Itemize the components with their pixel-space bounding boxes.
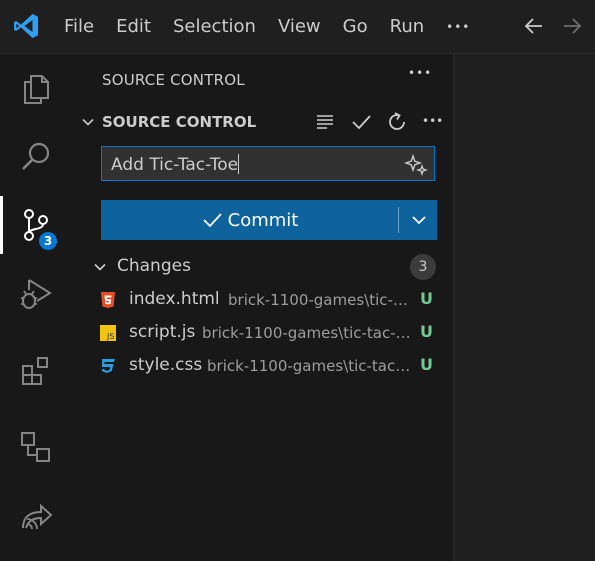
menu-selection[interactable]: Selection	[173, 16, 256, 37]
editor-area	[455, 54, 595, 561]
sparkle-icon[interactable]	[404, 153, 428, 177]
commit-button-main[interactable]: Commit	[101, 200, 398, 240]
activity-extensions[interactable]	[0, 342, 72, 400]
activity-bar: 3	[0, 54, 72, 561]
file-status-untracked: U	[420, 289, 433, 308]
css-file-icon	[101, 359, 115, 373]
commit-button: Commit	[101, 200, 437, 240]
menu-bar: File Edit Selection View Go Run •••	[64, 0, 492, 53]
activity-source-control[interactable]: 3	[0, 196, 72, 254]
remote-explorer-icon	[21, 432, 50, 462]
title-bar: File Edit Selection View Go Run •••	[0, 0, 595, 54]
file-row[interactable]: index.html brick-1100-games\tic-tac-toe …	[72, 286, 454, 316]
source-control-sidebar: SOURCE CONTROL ••• SOURCE CONTROL ••• Ad…	[72, 54, 454, 561]
live-share-icon	[22, 503, 53, 530]
explorer-icon	[24, 75, 49, 104]
js-file-icon: JS	[100, 325, 116, 341]
sidebar-title: SOURCE CONTROL	[102, 71, 245, 89]
file-name: index.html	[129, 289, 220, 309]
view-as-list-icon[interactable]	[314, 111, 336, 133]
search-icon	[22, 142, 50, 170]
changes-group-header[interactable]: Changes 3	[72, 254, 454, 280]
file-path: brick-1100-games\tic-tac-toe	[207, 357, 412, 375]
activity-live-share[interactable]	[0, 488, 72, 546]
arrow-right-icon[interactable]	[560, 14, 584, 38]
section-more-actions[interactable]: •••	[422, 114, 443, 128]
commit-check-icon[interactable]	[350, 111, 372, 133]
menu-file[interactable]: File	[64, 16, 94, 37]
activity-search[interactable]	[0, 128, 72, 186]
arrow-left-icon[interactable]	[522, 14, 546, 38]
text-caret	[238, 154, 240, 174]
source-control-section-header[interactable]: SOURCE CONTROL •••	[72, 110, 454, 136]
activity-run-debug[interactable]	[0, 264, 72, 322]
source-control-badge: 3	[37, 230, 59, 252]
extensions-icon	[22, 357, 48, 385]
file-row[interactable]: JS script.js brick-1100-games\tic-tac-to…	[72, 319, 454, 349]
file-path: brick-1100-games\tic-tac-toe	[202, 324, 412, 342]
sidebar-more-actions[interactable]: •••	[408, 66, 432, 80]
menu-more[interactable]: •••	[446, 20, 470, 34]
chevron-down-icon	[411, 216, 426, 225]
html-file-icon	[101, 292, 115, 308]
section-title: SOURCE CONTROL	[102, 113, 257, 131]
commit-message-text: Add Tic-Tac-Toe	[111, 155, 239, 175]
svg-text:JS: JS	[106, 332, 114, 341]
menu-run[interactable]: Run	[390, 16, 425, 37]
menu-go[interactable]: Go	[343, 16, 368, 37]
checkmark-icon	[203, 213, 222, 228]
refresh-icon[interactable]	[386, 111, 408, 133]
commit-button-label: Commit	[227, 209, 299, 231]
menu-view[interactable]: View	[278, 16, 321, 37]
activity-remote-explorer[interactable]	[0, 418, 72, 476]
changes-label: Changes	[117, 256, 191, 276]
commit-message-input[interactable]: Add Tic-Tac-Toe	[101, 146, 435, 181]
file-name: script.js	[129, 322, 196, 342]
chevron-down-icon[interactable]	[80, 114, 96, 130]
file-status-untracked: U	[420, 355, 433, 374]
file-path: brick-1100-games\tic-tac-toe	[228, 291, 412, 309]
commit-dropdown-button[interactable]	[400, 200, 437, 240]
activity-explorer[interactable]	[0, 60, 72, 118]
file-row[interactable]: style.css brick-1100-games\tic-tac-toe U	[72, 352, 454, 382]
vscode-logo-icon[interactable]	[12, 12, 40, 40]
file-name: style.css	[129, 355, 203, 375]
chevron-down-icon[interactable]	[92, 259, 108, 275]
changes-count-badge: 3	[410, 254, 436, 280]
run-debug-icon	[21, 279, 52, 309]
menu-edit[interactable]: Edit	[116, 16, 151, 37]
commit-button-divider	[398, 207, 399, 233]
file-status-untracked: U	[420, 322, 433, 341]
